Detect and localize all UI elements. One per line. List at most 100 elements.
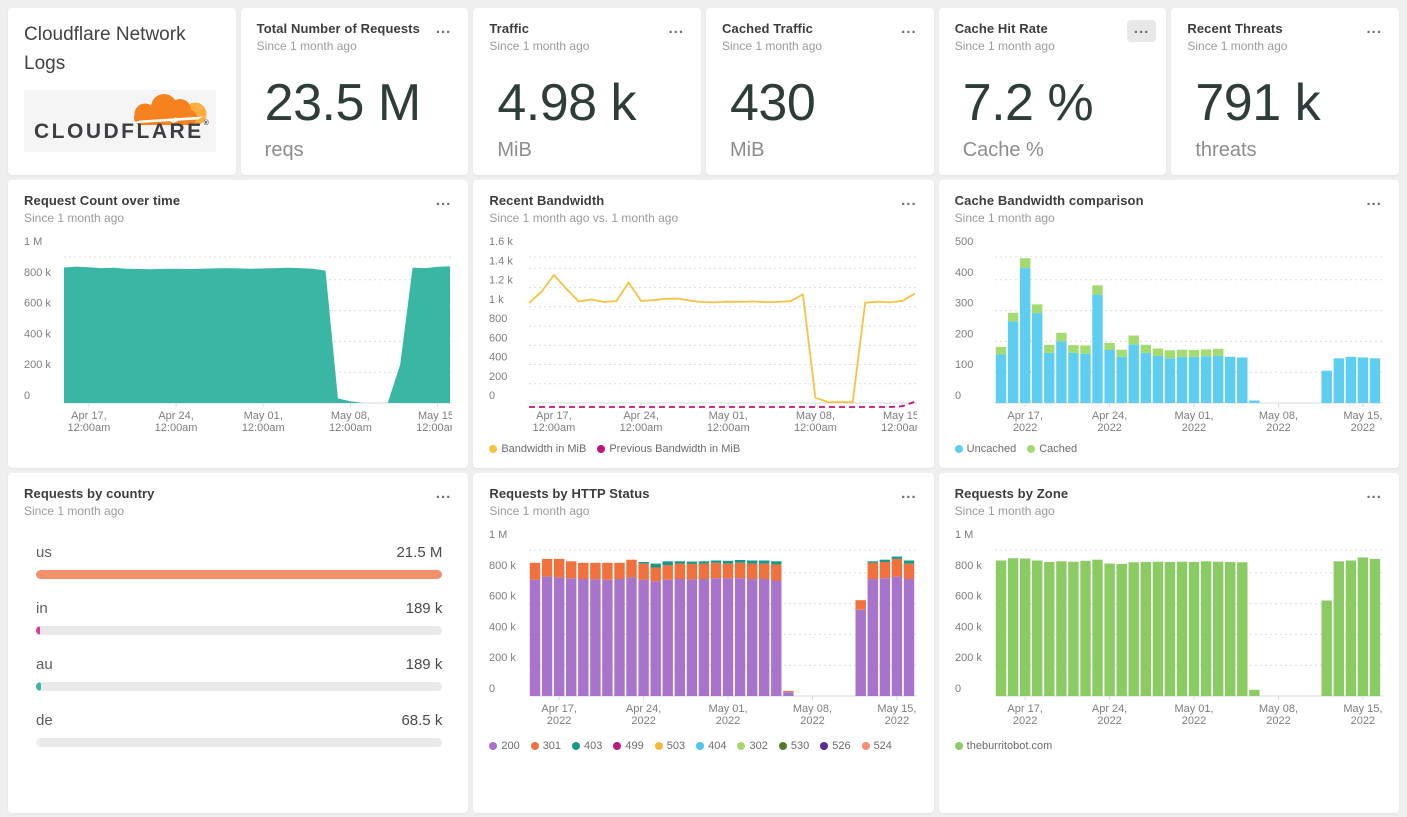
card-title: Traffic xyxy=(489,21,530,36)
country-bar-track xyxy=(36,738,443,747)
svg-text:Apr 17,2022: Apr 17, 2022 xyxy=(1007,410,1042,434)
legend-dot-icon xyxy=(489,445,498,453)
svg-text:May 08,12:00am: May 08, 12:00am xyxy=(329,410,372,434)
country-list: us 21.5 M in 189 k au 189 k de 68.5 k xyxy=(36,544,443,747)
card-title: Cache Bandwidth comparison xyxy=(954,193,1144,208)
card-title: Requests by HTTP Status xyxy=(489,486,650,501)
card-subtitle: Since 1 month ago xyxy=(954,211,1055,225)
country-row[interactable]: in 189 k xyxy=(36,600,443,635)
legend-item[interactable]: Bandwidth in MiB xyxy=(489,443,586,455)
stat-value: 791 k xyxy=(1195,74,1321,132)
card-subtitle: Since 1 month ago xyxy=(489,504,590,518)
legend-item[interactable]: 530 xyxy=(778,740,809,752)
http-status-chart[interactable]: 1 M 800 k 600 k 400 k 200 k 0 Apr 17, 2022 Apr 2… xyxy=(489,526,918,736)
cloudflare-wordmark: CLOUDFLARE® xyxy=(34,120,212,143)
country-row[interactable]: de 68.5 k xyxy=(36,712,443,747)
svg-text:200 k: 200 k xyxy=(955,652,982,664)
request-count-chart[interactable]: 1 M 800 k 600 k 400 k 200 k 0 Apr 17, 12:00am Ap… xyxy=(24,233,452,439)
menu-dots-icon[interactable]: ... xyxy=(429,485,459,507)
legend-label: 404 xyxy=(708,740,727,752)
menu-dots-icon[interactable]: ... xyxy=(1360,20,1390,42)
card-subtitle: Since 1 month ago vs. 1 month ago xyxy=(489,211,679,225)
legend-item[interactable]: 404 xyxy=(696,740,726,752)
svg-text:Apr 24,2022: Apr 24, 2022 xyxy=(1092,703,1127,727)
card-cached-traffic: Cached Traffic Since 1 month ago ... 430… xyxy=(706,8,934,175)
country-value: 189 k xyxy=(405,656,443,673)
menu-dots-icon[interactable]: ... xyxy=(429,20,459,42)
legend-dot-icon xyxy=(954,445,963,453)
legend-item[interactable]: 503 xyxy=(654,740,686,752)
requests-by-zone-chart[interactable]: 1 M 800 k 600 k 400 k 200 k 0 Apr 17, 2022 Apr 2… xyxy=(955,526,1383,736)
card-title: Requests by Zone xyxy=(954,486,1069,501)
svg-text:200: 200 xyxy=(489,371,507,383)
card-subtitle: Since 1 month ago xyxy=(24,211,125,225)
svg-text:100: 100 xyxy=(955,359,973,371)
country-value: 68.5 k xyxy=(401,712,443,729)
recent-bandwidth-chart[interactable]: 1.6 k 1.4 k 1.2 k 1 k 800 600 400 200 0 Apr 17, 12… xyxy=(489,233,918,439)
menu-dots-icon[interactable]: ... xyxy=(894,20,924,42)
legend-label: Uncached xyxy=(966,443,1017,455)
card-recent-threats: Recent Threats Since 1 month ago ... 791… xyxy=(1171,8,1400,175)
cache-bandwidth-chart[interactable]: 500 400 300 200 100 0 Apr 17, 2022 Apr 24, 2022 Ma… xyxy=(955,233,1383,439)
country-label: us xyxy=(36,544,52,561)
legend-label: 499 xyxy=(625,740,644,752)
legend-item[interactable]: 200 xyxy=(489,740,520,752)
menu-dots-icon[interactable]: ... xyxy=(1359,485,1389,507)
legend-label: 403 xyxy=(584,740,603,752)
menu-dots-icon[interactable]: ... xyxy=(894,485,924,507)
svg-text:May 08,2022: May 08, 2022 xyxy=(1259,703,1298,727)
legend-label: 503 xyxy=(666,740,686,752)
legend-dot-icon xyxy=(861,742,870,750)
card-subtitle: Since 1 month ago xyxy=(954,39,1055,53)
country-label: in xyxy=(36,600,48,617)
svg-text:May 01,2022: May 01, 2022 xyxy=(1174,410,1213,434)
legend-item[interactable]: 403 xyxy=(572,740,602,752)
chart-row-1: Request Count over time Since 1 month ag… xyxy=(8,180,1399,468)
card-title: Requests by country xyxy=(24,486,155,501)
menu-dots-icon[interactable]: ... xyxy=(1126,20,1157,42)
menu-dots-icon[interactable]: ... xyxy=(662,20,692,42)
stat-row: Cloudflare Network Logs CLOUDFLARE® Tota… xyxy=(8,8,1400,175)
menu-dots-icon[interactable]: ... xyxy=(894,192,924,214)
legend-dot-icon xyxy=(778,742,787,750)
legend-item[interactable]: 524 xyxy=(861,740,892,752)
country-value: 189 k xyxy=(405,600,443,617)
requests-by-zone-legend: theburritobot.com xyxy=(954,740,1383,752)
legend-item[interactable]: Uncached xyxy=(954,443,1017,455)
svg-text:May 01,2022: May 01, 2022 xyxy=(1174,703,1213,727)
cache-bandwidth-legend: Uncached Cached xyxy=(954,443,1383,455)
svg-text:Apr 17,12:00am: Apr 17, 12:00am xyxy=(67,410,110,434)
svg-text:1.4 k: 1.4 k xyxy=(489,255,513,267)
legend-label: Previous Bandwidth in MiB xyxy=(609,443,741,455)
svg-text:Apr 24,12:00am: Apr 24, 12:00am xyxy=(620,410,663,434)
country-row[interactable]: au 189 k xyxy=(36,656,443,691)
svg-text:Apr 17,2022: Apr 17, 2022 xyxy=(1007,703,1042,727)
legend-item[interactable]: Previous Bandwidth in MiB xyxy=(597,443,740,455)
stat-unit: reqs xyxy=(264,139,304,161)
svg-text:0: 0 xyxy=(955,683,961,695)
svg-text:500: 500 xyxy=(955,236,973,248)
stat-unit: threats xyxy=(1195,139,1257,161)
legend-item[interactable]: 302 xyxy=(737,740,768,752)
legend-item[interactable]: theburritobot.com xyxy=(954,740,1052,752)
legend-dot-icon xyxy=(489,742,498,750)
country-bar-track xyxy=(36,570,443,579)
menu-dots-icon[interactable]: ... xyxy=(429,192,459,214)
svg-text:May 01,2022: May 01, 2022 xyxy=(709,703,748,727)
country-label: de xyxy=(36,712,53,729)
legend-item[interactable]: 499 xyxy=(613,740,644,752)
svg-text:May 15,2022: May 15, 2022 xyxy=(878,703,917,727)
page-title: Cloudflare Network Logs xyxy=(24,24,186,74)
svg-text:May 08,2022: May 08, 2022 xyxy=(1259,410,1298,434)
legend-item[interactable]: Cached xyxy=(1027,443,1077,455)
legend-label: Cached xyxy=(1039,443,1078,455)
country-row[interactable]: us 21.5 M xyxy=(36,544,443,579)
legend-item[interactable]: 301 xyxy=(530,740,561,752)
card-title: Request Count over time xyxy=(24,193,181,208)
card-title: Total Number of Requests xyxy=(256,21,420,36)
legend-item[interactable]: 526 xyxy=(820,740,851,752)
country-bar-fill xyxy=(36,570,443,579)
svg-text:400 k: 400 k xyxy=(489,621,516,633)
cloudflare-logo: CLOUDFLARE® xyxy=(24,90,216,152)
menu-dots-icon[interactable]: ... xyxy=(1359,192,1389,214)
